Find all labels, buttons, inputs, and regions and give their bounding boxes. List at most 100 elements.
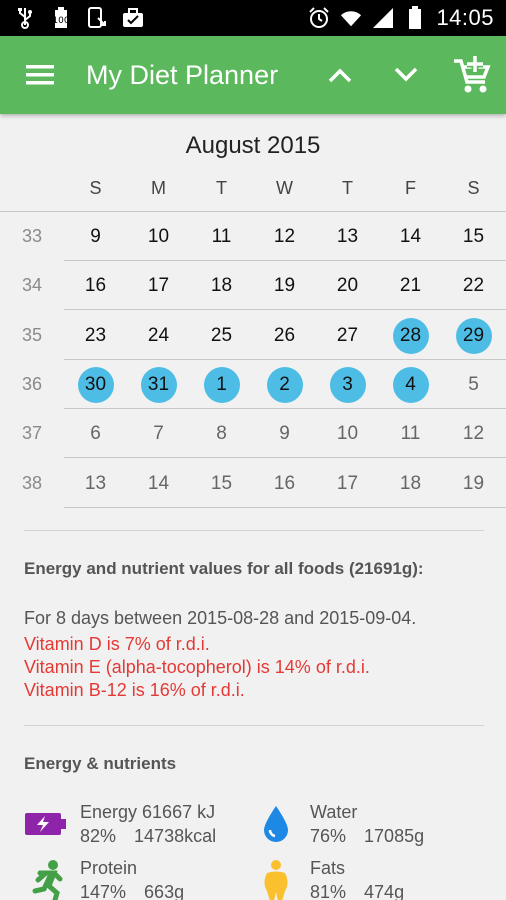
calendar-day[interactable]: 7 <box>141 416 177 452</box>
weekday-label: T <box>216 178 227 198</box>
usb-icon <box>14 7 36 29</box>
calendar-day[interactable]: 25 <box>204 318 240 354</box>
calendar-day[interactable]: 12 <box>456 416 492 452</box>
nutrient-amount: 474g <box>364 882 405 900</box>
calendar-day[interactable]: 19 <box>456 466 492 502</box>
calendar-day[interactable]: 9 <box>267 416 303 452</box>
calendar-day[interactable]: 13 <box>330 219 366 255</box>
calendar-day[interactable]: 24 <box>141 318 177 354</box>
calendar-day[interactable]: 22 <box>456 268 492 304</box>
calendar-day-selected[interactable]: 29 <box>455 317 492 354</box>
battery-icon <box>404 6 426 29</box>
previous-month-button[interactable] <box>320 56 360 94</box>
warning-text: Vitamin D is 7% of r.d.i. <box>24 634 210 654</box>
menu-button[interactable] <box>22 58 58 92</box>
nutrient-percent: 81% <box>310 882 347 900</box>
calendar-day[interactable]: 23 <box>78 318 114 354</box>
calendar-day-selected[interactable]: 1 <box>203 366 240 403</box>
calendar-day-selected[interactable]: 2 <box>266 366 303 403</box>
calendar-week-row: 35 23 24 25 26 27 28 29 <box>0 311 506 360</box>
calendar-day-selected[interactable]: 31 <box>140 366 177 403</box>
calendar-week-row: 36 30 31 1 2 3 4 5 <box>0 360 506 409</box>
calendar-day[interactable]: 17 <box>141 268 177 304</box>
nutrient-values: 147% 663g <box>80 882 184 900</box>
week-number: 33 <box>21 226 43 246</box>
alarm-icon <box>308 7 330 29</box>
nutrient-name: Protein <box>80 858 138 878</box>
app-bar: My Diet Planner <box>0 36 506 114</box>
calendar-day[interactable]: 14 <box>141 466 177 502</box>
weekday-header: S M T W T F S <box>64 178 506 204</box>
divider <box>24 530 484 531</box>
running-person-icon <box>24 858 68 900</box>
week-number: 35 <box>21 324 43 345</box>
next-month-button[interactable] <box>386 56 426 94</box>
calendar-day-selected[interactable]: 30 <box>77 366 114 403</box>
calendar-day[interactable]: 15 <box>456 219 492 255</box>
nutrient-amount: 17085g <box>364 826 425 846</box>
calendar-day[interactable]: 5 <box>456 367 492 403</box>
week-number: 37 <box>21 423 43 444</box>
nutrient-name: Fats <box>310 858 346 878</box>
calendar-day[interactable]: 10 <box>330 416 366 452</box>
calendar-day[interactable]: 10 <box>141 219 177 255</box>
calendar-day-selected[interactable]: 28 <box>392 317 429 354</box>
calendar-day-selected[interactable]: 3 <box>329 366 366 403</box>
calendar-day[interactable]: 18 <box>204 268 240 304</box>
calendar-day-selected[interactable]: 4 <box>392 366 429 403</box>
week-number: 36 <box>21 373 43 394</box>
nutrient-name: Water <box>310 802 358 822</box>
calendar-day[interactable]: 13 <box>78 466 114 502</box>
summary-heading: Energy and nutrient values for all foods… <box>24 559 424 578</box>
battery-charging-icon <box>24 802 68 846</box>
nutrient-amount: 663g <box>144 882 185 900</box>
svg-text:100: 100 <box>54 16 68 26</box>
nutrients-heading: Energy & nutrients <box>24 754 177 773</box>
weekday-label: M <box>151 178 166 198</box>
divider <box>24 725 484 726</box>
body-figure-icon <box>254 858 298 900</box>
warning-text: Vitamin B-12 is 16% of r.d.i. <box>24 680 245 700</box>
calendar-day[interactable]: 8 <box>204 416 240 452</box>
calendar-day[interactable]: 16 <box>78 268 114 304</box>
nutrient-percent: 147% <box>80 882 127 900</box>
calendar-day[interactable]: 15 <box>204 466 240 502</box>
calendar-day[interactable]: 26 <box>267 318 303 354</box>
nutrient-name: Energy 61667 kJ <box>80 802 216 822</box>
calendar-day[interactable]: 19 <box>267 268 303 304</box>
calendar-day[interactable]: 9 <box>78 219 114 255</box>
calendar-day[interactable]: 21 <box>393 268 429 304</box>
divider <box>64 506 506 508</box>
status-bar: 100 14:05 <box>0 0 506 36</box>
calendar-week-row: 37 6 7 8 9 10 11 12 <box>0 409 506 459</box>
calendar-day[interactable]: 14 <box>393 219 429 255</box>
month-title: August 2015 <box>185 132 321 159</box>
add-to-cart-button[interactable] <box>450 54 494 96</box>
period-text: For 8 days between 2015-08-28 and 2015-0… <box>24 608 417 628</box>
calendar-day[interactable]: 17 <box>330 466 366 502</box>
nutrient-percent: 82% <box>80 826 117 846</box>
chevron-up-icon <box>328 68 352 83</box>
nutrient-values: 81% 474g <box>310 882 404 900</box>
calendar-day[interactable]: 12 <box>267 219 303 255</box>
calendar-day[interactable]: 18 <box>393 466 429 502</box>
add-to-cart-icon <box>454 56 491 93</box>
week-number: 34 <box>21 275 43 296</box>
calendar-day[interactable]: 11 <box>204 219 240 255</box>
signal-icon <box>372 7 394 29</box>
calendar-day[interactable]: 16 <box>267 466 303 502</box>
wifi-icon <box>340 7 362 29</box>
weekday-label: W <box>276 178 293 198</box>
briefcase-icon <box>122 7 144 29</box>
app-title: My Diet Planner <box>86 60 279 90</box>
chevron-down-icon <box>394 67 418 82</box>
system-icons: 14:05 <box>308 0 494 36</box>
battery-status-icon: 100 <box>50 7 72 29</box>
calendar-day[interactable]: 11 <box>393 416 429 452</box>
calendar-day[interactable]: 20 <box>330 268 366 304</box>
weekday-label: S <box>89 178 102 198</box>
calendar-day[interactable]: 6 <box>78 416 114 452</box>
water-drop-icon <box>254 802 298 846</box>
calendar-day[interactable]: 27 <box>330 318 366 354</box>
week-number: 38 <box>21 472 43 493</box>
